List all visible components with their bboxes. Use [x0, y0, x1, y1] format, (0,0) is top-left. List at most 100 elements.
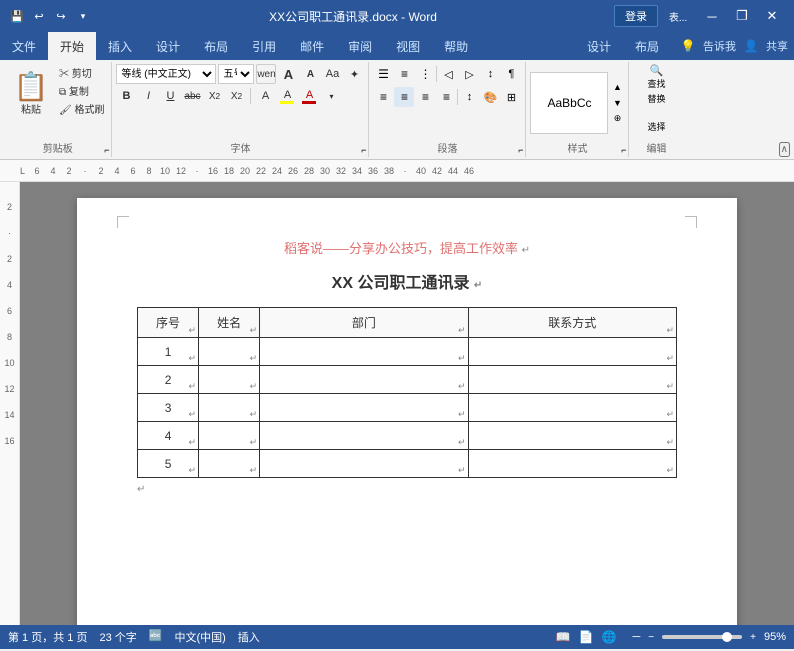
ribbon-content: 📋 粘贴 ✂ 剪切 ⧉ 复制 🖌 格式刷 剪贴板 ⌐: [0, 60, 794, 160]
cell-3-2[interactable]: ↵: [260, 422, 468, 450]
cell-3-1[interactable]: ↵: [199, 422, 260, 450]
align-center-btn[interactable]: ≡: [394, 87, 414, 107]
zoom-in-btn[interactable]: +: [750, 632, 756, 643]
shading-btn[interactable]: 🎨: [480, 87, 500, 107]
share-btn[interactable]: 👤: [740, 32, 762, 60]
font-size-small-btn[interactable]: A: [300, 64, 320, 84]
borders-btn[interactable]: ⊞: [501, 87, 521, 107]
align-left-btn[interactable]: ≡: [373, 87, 393, 107]
find-button[interactable]: 🔍 查找: [633, 64, 679, 92]
decrease-indent-btn[interactable]: ◁: [438, 64, 458, 84]
font-row-2: B I U abc X2 X2 A A A: [116, 86, 341, 106]
tab-design[interactable]: 设计: [144, 32, 192, 60]
cell-4-0[interactable]: 5↵: [138, 450, 199, 478]
cell-0-0[interactable]: 1↵: [138, 338, 199, 366]
tab-file[interactable]: 文件: [0, 32, 48, 60]
cell-4-3[interactable]: ↵: [468, 450, 676, 478]
font-color-btn[interactable]: A: [299, 86, 319, 106]
cell-0-1[interactable]: ↵: [199, 338, 260, 366]
zoom-out-btn[interactable]: −: [648, 632, 654, 643]
justify-btn[interactable]: ≡: [436, 87, 456, 107]
strikethrough-button[interactable]: abc: [182, 86, 202, 106]
styles-expand-icon[interactable]: ⌐: [621, 145, 626, 155]
replace-button[interactable]: 替换: [633, 92, 679, 120]
wen-format-btn[interactable]: wen: [256, 64, 276, 84]
bold-button[interactable]: B: [116, 86, 136, 106]
font-name-select[interactable]: 等线 (中文正文): [116, 64, 216, 84]
format-painter-button[interactable]: 🖌 格式刷: [56, 100, 107, 117]
tab-table-layout[interactable]: 布局: [623, 32, 671, 60]
bullets-btn[interactable]: ☰: [373, 64, 393, 84]
font-expand-icon[interactable]: ⌐: [361, 145, 366, 155]
quick-access-dropdown[interactable]: ▾: [74, 7, 92, 25]
styles-up-btn[interactable]: ▲: [610, 80, 624, 94]
cell-1-0[interactable]: 2↵: [138, 366, 199, 394]
document-scroll[interactable]: 稻客说——分享办公技巧，提高工作效率 ↵ XX 公司职工通讯录 ↵ 序号 ↵ 姓…: [20, 182, 794, 625]
cell-3-3[interactable]: ↵: [468, 422, 676, 450]
font-size-select[interactable]: 五号: [218, 64, 254, 84]
zoom-slider[interactable]: [662, 635, 742, 639]
text-effects-btn[interactable]: A: [255, 86, 275, 106]
web-layout-btn[interactable]: 🌐: [602, 630, 617, 644]
line-spacing-btn[interactable]: ↕: [459, 87, 479, 107]
tab-insert[interactable]: 插入: [96, 32, 144, 60]
font-color-dropdown[interactable]: ▾: [321, 86, 341, 106]
tab-references[interactable]: 引用: [240, 32, 288, 60]
restore-btn[interactable]: ❐: [728, 2, 756, 30]
redo-btn[interactable]: ↪: [52, 7, 70, 25]
cell-0-2[interactable]: ↵: [260, 338, 468, 366]
cut-button[interactable]: ✂ 剪切: [56, 64, 107, 81]
tab-home[interactable]: 开始: [48, 32, 96, 60]
cell-1-1[interactable]: ↵: [199, 366, 260, 394]
highlight-btn[interactable]: A: [277, 86, 297, 106]
styles-down-btn[interactable]: ▼: [610, 96, 624, 110]
underline-button[interactable]: U: [160, 86, 180, 106]
save-quick-btn[interactable]: 💾: [8, 7, 26, 25]
clipboard-expand-icon[interactable]: ⌐: [104, 145, 109, 155]
styles-expand-btn[interactable]: ⊕: [610, 112, 624, 126]
numbering-btn[interactable]: ≡: [394, 64, 414, 84]
cell-2-2[interactable]: ↵: [260, 394, 468, 422]
close-btn[interactable]: ✕: [758, 2, 786, 30]
align-right-btn[interactable]: ≡: [415, 87, 435, 107]
cell-3-0[interactable]: 4↵: [138, 422, 199, 450]
superscript-button[interactable]: X2: [226, 86, 246, 106]
paste-button[interactable]: 📋 粘贴: [8, 64, 54, 124]
multilevel-list-btn[interactable]: ⋮: [415, 64, 435, 84]
subscript-button[interactable]: X2: [204, 86, 224, 106]
tab-view[interactable]: 视图: [384, 32, 432, 60]
cell-1-2[interactable]: ↵: [260, 366, 468, 394]
lightbulb-icon[interactable]: 💡: [677, 32, 699, 60]
italic-button[interactable]: I: [138, 86, 158, 106]
title-bar: 💾 ↩ ↪ ▾ XX公司职工通讯录.docx - Word 登录 表... ─ …: [0, 0, 794, 32]
cell-2-0[interactable]: 3↵: [138, 394, 199, 422]
ribbon-collapse-btn[interactable]: ∧: [779, 142, 790, 157]
change-case-btn[interactable]: Aa: [322, 64, 342, 84]
read-mode-btn[interactable]: 📖: [556, 630, 571, 644]
cell-1-3[interactable]: ↵: [468, 366, 676, 394]
copy-button[interactable]: ⧉ 复制: [56, 82, 107, 99]
ribbon-toggle-btn[interactable]: 表...: [660, 2, 696, 30]
tab-review[interactable]: 审阅: [336, 32, 384, 60]
tab-table-design[interactable]: 设计: [575, 32, 623, 60]
cell-4-1[interactable]: ↵: [199, 450, 260, 478]
tab-help[interactable]: 帮助: [432, 32, 480, 60]
paragraph-expand-icon[interactable]: ⌐: [518, 145, 523, 155]
styles-gallery[interactable]: AaBbCc: [530, 72, 608, 134]
page-info: 第 1 页，共 1 页: [8, 629, 87, 645]
sort-btn[interactable]: ↕: [480, 64, 500, 84]
print-layout-btn[interactable]: 📄: [579, 630, 594, 644]
show-marks-btn[interactable]: ¶: [501, 64, 521, 84]
login-button[interactable]: 登录: [614, 5, 658, 27]
cell-2-3[interactable]: ↵: [468, 394, 676, 422]
clear-format-btn[interactable]: ✦: [344, 64, 364, 84]
cell-0-3[interactable]: ↵: [468, 338, 676, 366]
tab-mailings[interactable]: 邮件: [288, 32, 336, 60]
minimize-btn[interactable]: ─: [698, 2, 726, 30]
tab-layout[interactable]: 布局: [192, 32, 240, 60]
cell-2-1[interactable]: ↵: [199, 394, 260, 422]
font-size-big-btn[interactable]: A: [278, 64, 298, 84]
undo-btn[interactable]: ↩: [30, 7, 48, 25]
increase-indent-btn[interactable]: ▷: [459, 64, 479, 84]
cell-4-2[interactable]: ↵: [260, 450, 468, 478]
